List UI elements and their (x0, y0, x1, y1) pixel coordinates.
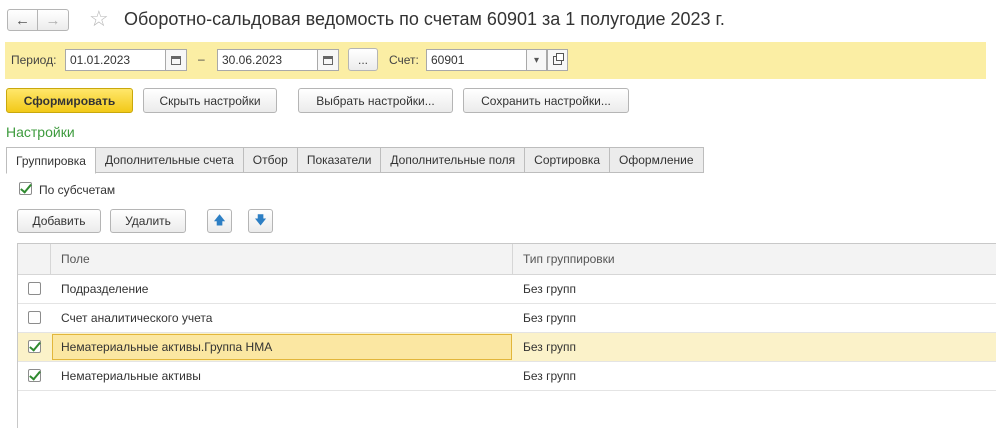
table-row-selected[interactable]: Нематериальные активы.Группа НМА Без гру… (18, 333, 996, 362)
save-settings-button[interactable]: Сохранить настройки... (463, 88, 629, 113)
account-label: Счет: (389, 53, 419, 67)
row-grouping-type: Без групп (523, 369, 577, 383)
tab-indicators[interactable]: Показатели (297, 147, 382, 173)
choose-settings-button[interactable]: Выбрать настройки... (298, 88, 453, 113)
table-row[interactable]: Подразделение Без групп (18, 275, 996, 304)
row-checkbox[interactable] (28, 311, 41, 324)
by-subaccounts-label: По субсчетам (39, 183, 116, 197)
column-header-field[interactable]: Поле (61, 252, 90, 266)
period-start-field[interactable]: 01.01.2023 (65, 49, 172, 71)
account-field[interactable]: 60901 (426, 49, 531, 71)
arrow-left-icon: ← (15, 11, 30, 29)
generate-button[interactable]: Сформировать (6, 88, 133, 113)
forward-button[interactable]: → (38, 9, 69, 31)
tab-additional-accounts[interactable]: Дополнительные счета (95, 147, 244, 173)
by-subaccounts-checkbox[interactable] (19, 182, 32, 195)
row-grouping-type: Без групп (523, 340, 577, 354)
row-field: Подразделение (61, 282, 149, 296)
row-grouping-type: Без групп (523, 282, 577, 296)
row-checkbox[interactable] (28, 282, 41, 295)
period-label: Период: (11, 53, 57, 67)
table-row[interactable]: Нематериальные активы Без групп (18, 362, 996, 391)
period-select-button[interactable]: ... (348, 48, 378, 71)
arrow-down-icon: 🡇 (254, 212, 267, 227)
row-field: Счет аналитического учета (61, 311, 213, 325)
period-end-field[interactable]: 30.06.2023 (217, 49, 324, 71)
column-header-grouping-type[interactable]: Тип группировки (523, 252, 615, 266)
row-field: Нематериальные активы.Группа НМА (61, 340, 273, 354)
delete-button[interactable]: Удалить (110, 209, 186, 233)
column-divider (50, 244, 51, 275)
hide-settings-button[interactable]: Скрыть настройки (143, 88, 277, 113)
settings-tabs: Группировка Дополнительные счета Отбор П… (6, 147, 704, 174)
move-down-button[interactable]: 🡇 (248, 209, 273, 233)
tab-appearance[interactable]: Оформление (610, 147, 704, 173)
calendar-icon (171, 55, 181, 65)
period-start-calendar-button[interactable] (165, 49, 187, 71)
row-checkbox[interactable] (28, 369, 41, 382)
grouping-table: Поле Тип группировки Подразделение Без г… (17, 243, 996, 428)
table-row[interactable]: Счет аналитического учета Без групп (18, 304, 996, 333)
arrow-right-icon: → (45, 11, 61, 29)
row-checkbox[interactable] (28, 340, 41, 353)
open-icon (553, 52, 564, 65)
move-up-button[interactable]: 🡅 (207, 209, 232, 233)
favorite-star-icon[interactable]: ☆ (89, 6, 109, 32)
account-open-button[interactable] (547, 49, 568, 71)
tab-sorting[interactable]: Сортировка (525, 147, 611, 173)
period-end-calendar-button[interactable] (317, 49, 339, 71)
arrow-up-icon: 🡅 (213, 212, 226, 227)
row-field: Нематериальные активы (61, 369, 201, 383)
back-button[interactable]: ← (7, 9, 38, 31)
tab-grouping[interactable]: Группировка (6, 147, 96, 174)
tab-additional-fields[interactable]: Дополнительные поля (381, 147, 526, 173)
period-dash: – (198, 52, 205, 66)
calendar-icon (323, 55, 333, 65)
tab-filter[interactable]: Отбор (243, 147, 298, 173)
title-bar: ← → ☆ Оборотно-сальдовая ведомость по сч… (0, 0, 996, 40)
chevron-down-icon: ▾ (533, 54, 540, 66)
column-divider (512, 244, 513, 275)
page-title: Оборотно-сальдовая ведомость по счетам 6… (124, 9, 725, 29)
table-header: Поле Тип группировки (18, 244, 996, 275)
period-bar: Период: 01.01.2023 – 30.06.2023 ... Счет… (5, 42, 986, 79)
row-grouping-type: Без групп (523, 311, 577, 325)
add-button[interactable]: Добавить (17, 209, 101, 233)
account-dropdown-button[interactable]: ▾ (526, 49, 547, 71)
settings-title: Настройки (6, 124, 75, 140)
